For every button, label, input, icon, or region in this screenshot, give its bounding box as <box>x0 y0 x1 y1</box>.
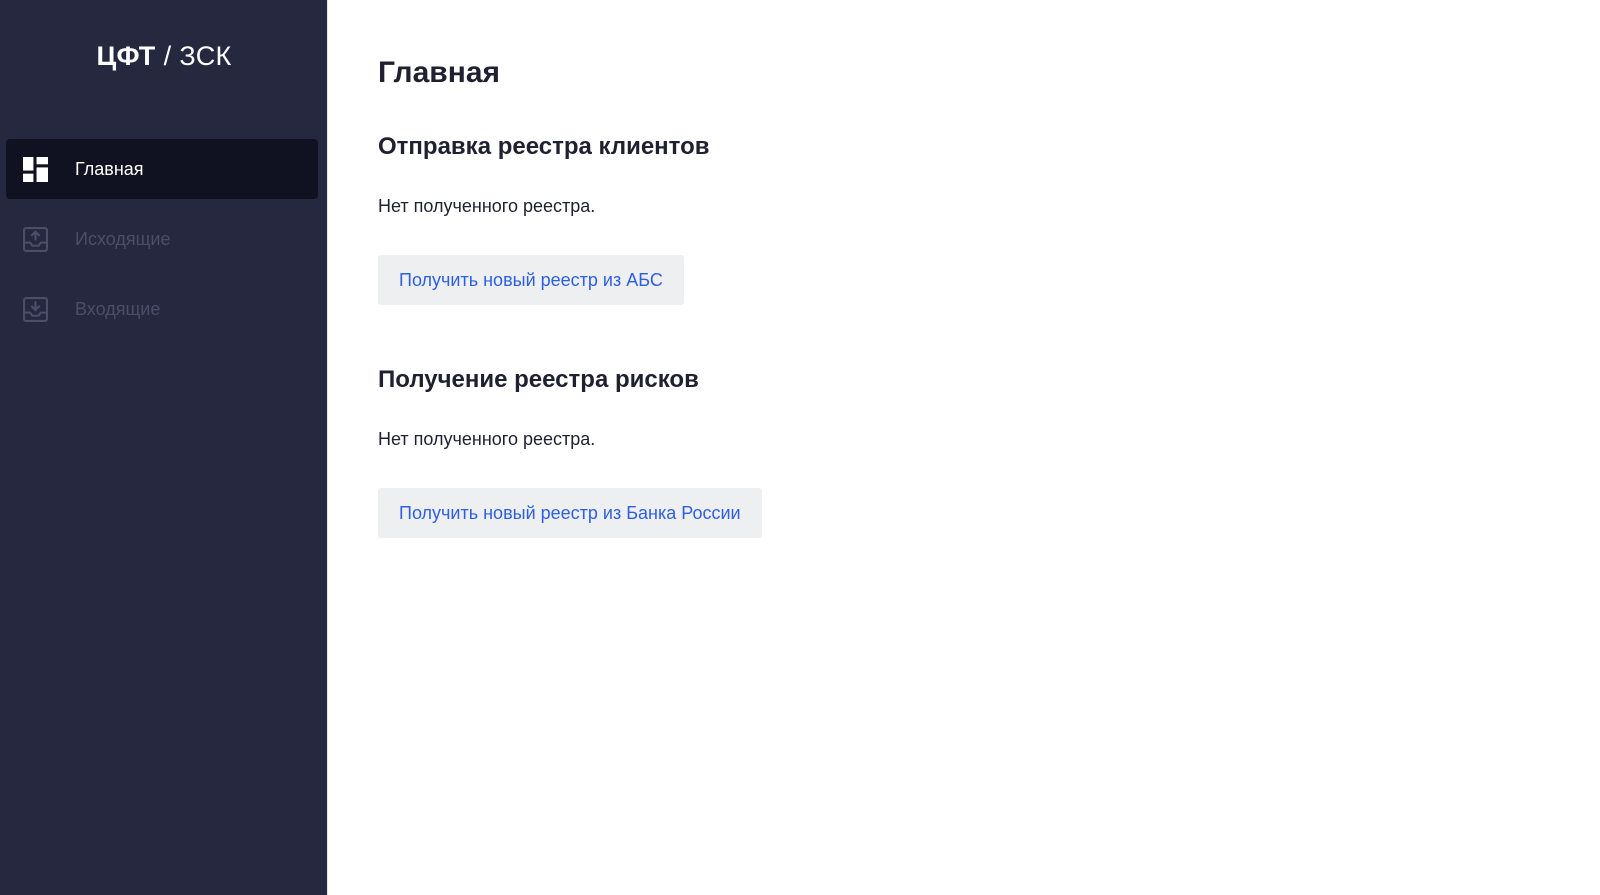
section-status: Нет полученного реестра. <box>378 429 596 449</box>
client-registry-section: Отправка реестра клиентов Нет полученног… <box>378 133 710 305</box>
sidebar-item-label: Исходящие <box>75 228 171 249</box>
section-status: Нет полученного реестра. <box>378 196 596 216</box>
app-window: ЦФТ / ЗСК Главная Исходящие Входящие Гла… <box>0 0 1600 895</box>
section-title: Отправка реестра клиентов <box>378 133 710 160</box>
sidebar-item-main[interactable]: Главная <box>6 139 318 199</box>
fetch-bank-of-russia-registry-button[interactable]: Получить новый реестр из Банка России <box>378 488 762 538</box>
dashboard-icon <box>23 156 48 182</box>
brand-separator: / <box>163 41 172 71</box>
main-content: Главная Отправка реестра клиентов Нет по… <box>328 0 1600 895</box>
sidebar-item-outgoing[interactable]: Исходящие <box>6 209 318 269</box>
sidebar-nav: Главная Исходящие Входящие <box>6 139 318 349</box>
fetch-abs-registry-button[interactable]: Получить новый реестр из АБС <box>378 255 684 305</box>
section-title: Получение реестра рисков <box>378 366 699 393</box>
sidebar-item-label: Главная <box>75 158 144 179</box>
risk-registry-section: Получение реестра рисков Нет полученного… <box>378 366 762 538</box>
inbox-download-icon <box>23 296 48 322</box>
brand-name-strong: ЦФТ <box>96 41 156 71</box>
sidebar: ЦФТ / ЗСК Главная Исходящие Входящие <box>0 0 328 895</box>
page-title: Главная <box>378 56 501 89</box>
brand-name-light: ЗСК <box>179 41 232 71</box>
sidebar-item-incoming[interactable]: Входящие <box>6 279 318 339</box>
sidebar-item-label: Входящие <box>75 298 161 319</box>
brand-logo: ЦФТ / ЗСК <box>0 0 328 113</box>
outbox-upload-icon <box>23 226 48 252</box>
